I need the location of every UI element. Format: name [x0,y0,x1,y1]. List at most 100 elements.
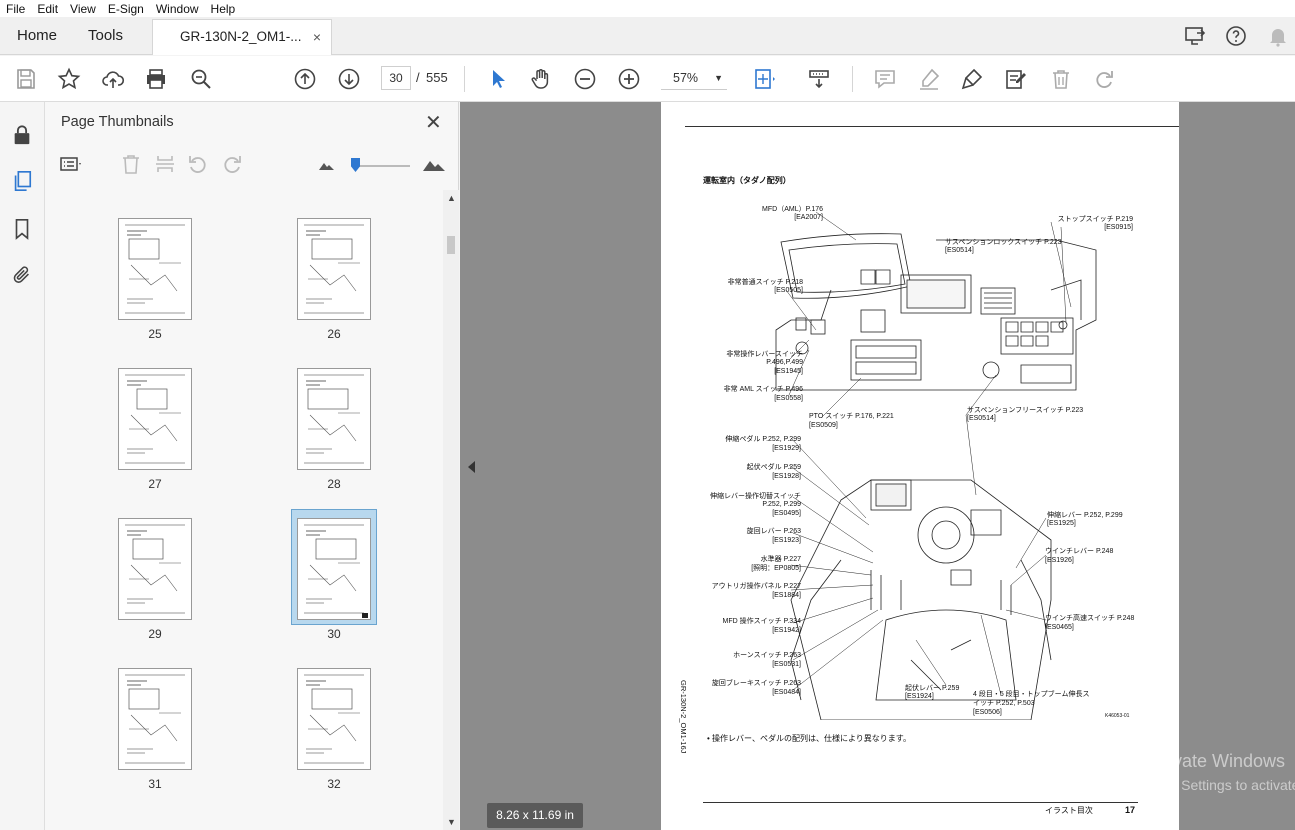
page-size-indicator: 8.26 x 11.69 in [487,803,583,828]
page-thumbnail[interactable] [297,668,371,770]
bookmark-icon[interactable] [11,218,33,240]
page-thumbnail-label: 25 [148,327,162,341]
close-panel-icon[interactable]: ✕ [425,110,442,135]
total-pages: 555 [426,70,448,85]
edit-text-icon[interactable] [1004,67,1028,91]
label-winch-speed: ウインチ高速スイッチ P.248 [1045,615,1135,622]
scroll-down-icon[interactable]: ▼ [447,817,456,827]
close-tab-icon[interactable]: × [313,20,321,54]
extract-page-icon[interactable] [153,152,177,176]
page-thumbnail[interactable] [297,518,371,620]
print-icon[interactable] [144,67,168,91]
large-thumbnail-mountain-icon[interactable] [422,152,446,176]
tools-tab[interactable]: Tools [88,17,123,55]
delete-page-icon[interactable] [119,152,143,176]
previous-page-icon[interactable] [293,67,317,91]
menu-window[interactable]: Window [150,2,205,16]
label-horn-code: [ES0531] [772,661,801,668]
collapse-panel-arrow-icon[interactable] [468,461,475,473]
page-thumbnail[interactable] [118,668,192,770]
label-pto-code: [ES0509] [809,422,838,429]
section-heading: 運転室内（タダノ配列） [703,176,791,185]
label-winch-lever: ウインチレバー P.248 [1045,548,1114,555]
notification-bell-icon[interactable] [1266,24,1290,48]
label-susp-free-code: [ES0514] [967,415,996,422]
document-tab-title: GR-130N-2_OM1-... [180,29,302,44]
zoom-search-icon[interactable] [189,67,213,91]
page-thumbnail-label: 30 [327,627,341,641]
label-emergency-lever-code: [ES1945] [774,368,803,375]
rotate-right-icon[interactable] [220,152,244,176]
page-fit-icon[interactable] [752,67,776,91]
label-susp-lock-code: [ES0514] [945,247,974,254]
label-mfd-switch: MFD 操作スイッチ P.334 [722,618,801,625]
activate-windows-watermark: Activate Windows [1143,751,1286,771]
footer-rule [703,802,1138,803]
thumbnail-size-slider-handle[interactable] [351,158,360,172]
small-thumbnail-mountain-icon[interactable] [315,152,339,176]
select-cursor-icon[interactable] [486,67,510,91]
lock-icon[interactable] [11,124,33,146]
figure-code: K46053-01 [1105,713,1130,719]
comment-icon[interactable] [873,67,897,91]
menu-file[interactable]: File [0,2,31,16]
menu-help[interactable]: Help [205,2,242,16]
share-screen-icon[interactable] [1183,24,1207,48]
document-tab[interactable]: GR-130N-2_OM1-... × [152,19,332,55]
home-tab[interactable]: Home [17,17,57,55]
thumbnail-options-icon[interactable] [59,152,83,176]
delete-trash-icon[interactable] [1049,67,1073,91]
label-swing-brake-code: [ES0484] [772,689,801,696]
highlight-pen-icon[interactable] [917,67,941,91]
attachment-paperclip-icon[interactable] [11,264,33,286]
label-emergency-bypass-code: [ES0505] [774,287,803,294]
pages-copy-icon[interactable] [11,170,33,192]
label-level-code: [照明：EP0805] [751,565,801,572]
thumbnail-size-slider[interactable] [355,165,410,167]
label-outrigger-code: [ES1884] [772,592,801,599]
thumbnail-toolbar [45,146,459,184]
page-thumbnail[interactable] [118,218,192,320]
zoom-in-icon[interactable] [617,67,641,91]
menu-esign[interactable]: E-Sign [102,2,150,16]
label-swing-lever-code: [ES1923] [772,537,801,544]
hand-tool-icon[interactable] [529,67,553,91]
bookmark-star-icon[interactable] [57,67,81,91]
redo-icon[interactable] [1092,67,1116,91]
label-emergency-bypass: 非常普通スイッチ P.218 [727,279,803,286]
scrolling-mode-icon[interactable] [807,67,831,91]
page-thumbnails-panel: Page Thumbnails ✕ 25 26 27 28 29 30 31 3… [45,102,459,830]
scrollbar-thumb[interactable] [447,236,455,254]
page-thumbnail[interactable] [297,368,371,470]
rotate-left-icon[interactable] [186,152,210,176]
help-icon[interactable] [1224,24,1248,48]
page-thumbnail[interactable] [297,218,371,320]
label-derrick-pedal-code: [ES1928] [772,473,801,480]
label-emergency-aml-code: [ES0558] [774,395,803,402]
tab-bar: Home Tools GR-130N-2_OM1-... × [0,17,1295,55]
thumbnail-scrollbar[interactable]: ▲ ▼ [443,190,459,830]
zoom-out-icon[interactable] [573,67,597,91]
header-rule [685,126,1179,127]
page-thumbnail-label: 26 [327,327,341,341]
save-icon[interactable] [14,67,38,91]
label-pto: PTO スイッチ P.176, P.221 [809,413,894,420]
next-page-icon[interactable] [337,67,361,91]
page-thumbnail[interactable] [118,518,192,620]
page-number-input[interactable]: 30 [381,66,411,90]
draw-signature-icon[interactable] [960,67,984,91]
label-tele-lever: 伸縮レバー P.252, P.299 [1047,512,1123,519]
scroll-up-icon[interactable]: ▲ [447,193,456,203]
cab-interior-illustration [775,211,1097,720]
page-thumbnail[interactable] [118,368,192,470]
upload-cloud-icon[interactable] [101,67,125,91]
label-boom-switch-line1: 4 段目・5 段目・トップブーム伸長ス [973,691,1090,698]
page-thumbnail-label: 32 [327,777,341,791]
page-thumbnail-label: 28 [327,477,341,491]
menu-view[interactable]: View [64,2,102,16]
label-susp-free: サスペンションフリースイッチ P.223 [967,407,1084,414]
zoom-level-dropdown[interactable]: 57% ▼ [661,66,727,90]
footer-page-number: 17 [1125,805,1136,815]
menu-edit[interactable]: Edit [31,2,64,16]
label-derrick-lever: 起伏レバー P.259 [905,685,960,692]
